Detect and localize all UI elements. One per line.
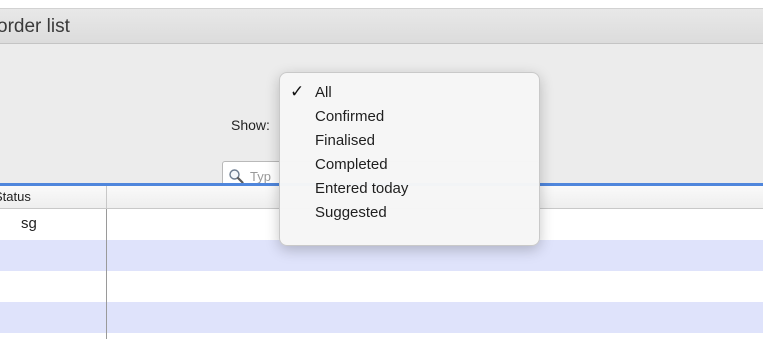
table-row[interactable] [0,271,763,302]
checkmark-icon: ✓ [290,82,305,101]
menu-item-suggested[interactable]: Suggested [280,202,539,224]
menu-item-label: Confirmed [315,108,385,125]
menu-item-finalised[interactable]: Finalised [280,130,539,152]
menu-item-label: Suggested [315,204,387,221]
column-divider[interactable] [106,186,107,208]
search-icon [229,169,244,184]
column-divider [106,209,107,339]
menu-item-all[interactable]: ✓ All [280,82,539,104]
status-cell: sg [21,215,37,232]
title-bar[interactable]: order list [0,9,763,44]
menu-item-label: Entered today [315,180,409,197]
menu-item-label: All [315,84,332,101]
menu-item-completed[interactable]: Completed [280,154,539,176]
menu-item-entered-today[interactable]: Entered today [280,178,539,200]
menu-item-confirmed[interactable]: Confirmed [280,106,539,128]
show-filter-dropdown-menu[interactable]: ✓ All Confirmed Finalised Completed Ente… [279,72,540,246]
menu-item-label: Completed [315,156,388,173]
window-title: order list [0,16,70,37]
column-header-status[interactable]: Status [0,189,31,204]
table-row[interactable] [0,302,763,333]
search-placeholder: Typ [250,169,271,184]
order-list-window: order list Show: Typ Status sg [0,8,763,339]
show-label: Show: [231,117,270,133]
menu-item-label: Finalised [315,132,376,149]
